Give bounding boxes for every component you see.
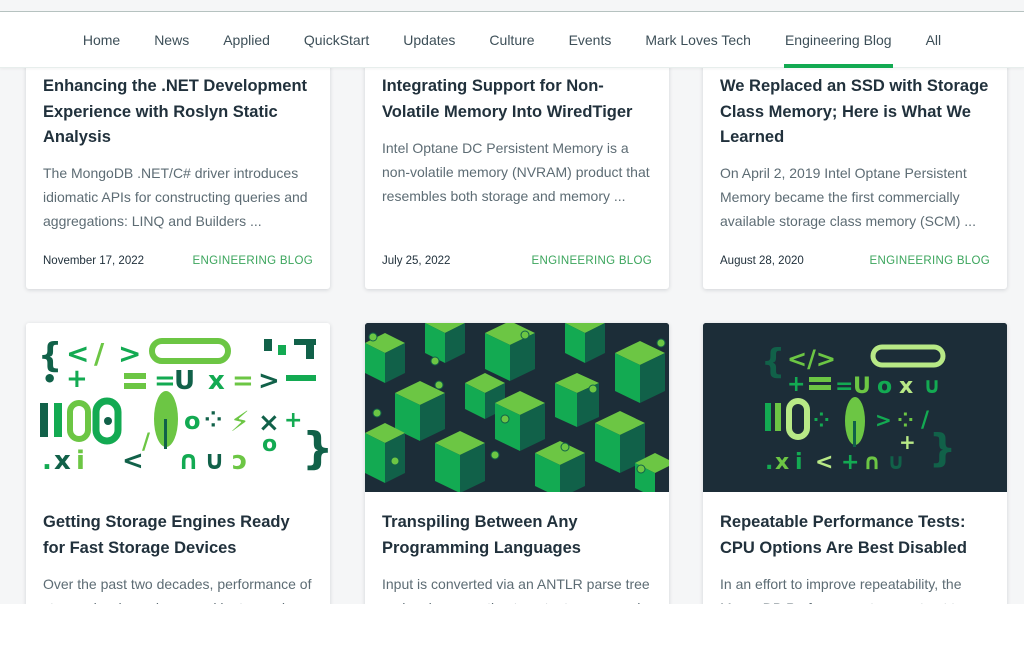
- nav-item-culture[interactable]: Culture: [472, 12, 551, 68]
- code-glyphs-dark-illustration: { </> + = U o x ∪ ⁘ > ⁘ / +} . x i < + …: [703, 323, 1007, 492]
- card-date: July 25, 2022: [382, 255, 451, 267]
- svg-text:o: o: [877, 374, 892, 399]
- card-title[interactable]: Enhancing the .NET Development Experienc…: [43, 74, 316, 151]
- svg-text:U: U: [853, 374, 871, 399]
- nav-item-events[interactable]: Events: [552, 12, 629, 68]
- svg-text:x: x: [54, 446, 71, 476]
- svg-text:x: x: [899, 374, 913, 399]
- svg-text:}: }: [302, 423, 330, 474]
- svg-text:>: >: [118, 337, 141, 370]
- svg-text:=: =: [232, 366, 254, 396]
- nav-item-applied[interactable]: Applied: [206, 12, 287, 68]
- svg-text:i: i: [76, 446, 85, 476]
- svg-text:<: <: [122, 446, 144, 476]
- svg-text:>: >: [258, 366, 280, 396]
- card-description: Input is converted via an ANTLR parse tr…: [382, 576, 652, 604]
- svg-text:•: •: [42, 365, 57, 393]
- card-title[interactable]: Transpiling Between Any Programming Lang…: [382, 510, 655, 561]
- svg-text:⁘: ⁘: [897, 408, 914, 432]
- svg-text:<: <: [815, 450, 833, 475]
- svg-text:∩: ∩: [863, 450, 881, 475]
- svg-text:∪: ∪: [204, 446, 225, 476]
- article-card[interactable]: { </> + = U o x ∪ ⁘ > ⁘ / +} . x i < + …: [703, 323, 1007, 604]
- card-category-tag[interactable]: ENGINEERING BLOG: [532, 255, 652, 267]
- card-category-tag[interactable]: ENGINEERING BLOG: [870, 255, 990, 267]
- svg-text:+: +: [66, 364, 88, 394]
- svg-text:+: +: [841, 450, 859, 475]
- nav-item-news[interactable]: News: [137, 12, 206, 68]
- svg-text:>: >: [875, 408, 892, 432]
- svg-text:x: x: [775, 450, 789, 475]
- card-description: On April 2, 2019 Intel Optane Persistent…: [720, 165, 976, 229]
- svg-text:ↄ: ↄ: [232, 446, 247, 476]
- card-thumbnail[interactable]: [365, 323, 669, 492]
- svg-text:∩: ∩: [178, 446, 199, 476]
- svg-text:U: U: [174, 366, 195, 396]
- article-card[interactable]: Transpiling Between Any Programming Lang…: [365, 323, 669, 604]
- svg-text:.: .: [765, 450, 773, 475]
- svg-text:i: i: [795, 450, 803, 475]
- page-viewport: Enhancing the .NET Development Experienc…: [0, 0, 1024, 604]
- article-card[interactable]: Enhancing the .NET Development Experienc…: [26, 40, 330, 289]
- code-glyphs-illustration: { < / > • + = U x = > o ⁘ ⚡ × + . x i < …: [38, 336, 330, 476]
- svg-text:{: {: [761, 342, 785, 382]
- card-description: Intel Optane DC Persistent Memory is a n…: [382, 140, 650, 204]
- card-title[interactable]: Getting Storage Engines Ready for Fast S…: [43, 510, 316, 561]
- nav-item-engineering-blog[interactable]: Engineering Blog: [768, 12, 909, 68]
- card-description: Over the past two decades, performance o…: [43, 576, 312, 604]
- svg-text:x: x: [208, 366, 225, 396]
- nav-item-quickstart[interactable]: QuickStart: [287, 12, 386, 68]
- green-cubes-illustration: [365, 323, 669, 492]
- svg-text:∪: ∪: [923, 374, 941, 399]
- card-description: In an effort to improve repeatability, t…: [720, 576, 963, 604]
- svg-text:⁘: ⁘: [204, 408, 222, 433]
- svg-text:.: .: [42, 446, 52, 476]
- card-thumbnail[interactable]: { </> + = U o x ∪ ⁘ > ⁘ / +} . x i < + …: [703, 323, 1007, 492]
- article-card[interactable]: { < / > • + = U x = > o ⁘ ⚡ × + . x i < …: [26, 323, 330, 604]
- card-category-tag[interactable]: ENGINEERING BLOG: [193, 255, 313, 267]
- svg-text:/: /: [94, 337, 105, 370]
- svg-text:o: o: [184, 407, 201, 435]
- nav-item-home[interactable]: Home: [66, 12, 137, 68]
- svg-text:</>: </>: [787, 345, 836, 373]
- nav-item-all[interactable]: All: [909, 12, 959, 68]
- svg-text:⁘: ⁘: [813, 408, 830, 432]
- article-card[interactable]: We Replaced an SSD with Storage Class Me…: [703, 40, 1007, 289]
- card-title[interactable]: Repeatable Performance Tests: CPU Option…: [720, 510, 993, 561]
- card-date: November 17, 2022: [43, 255, 145, 267]
- card-title[interactable]: We Replaced an SSD with Storage Class Me…: [720, 74, 993, 151]
- card-date: August 28, 2020: [720, 255, 804, 267]
- nav-item-mark-loves-tech[interactable]: Mark Loves Tech: [628, 12, 768, 68]
- svg-text:⚡: ⚡: [230, 405, 250, 438]
- svg-text:∪: ∪: [887, 450, 905, 475]
- category-nav: Home News Applied QuickStart Updates Cul…: [0, 12, 1024, 68]
- card-description: The MongoDB .NET/C# driver introduces id…: [43, 165, 308, 229]
- nav-item-updates[interactable]: Updates: [386, 12, 472, 68]
- svg-text:=: =: [835, 374, 853, 399]
- svg-text:+: +: [284, 408, 302, 433]
- svg-text:/: /: [142, 430, 151, 455]
- card-title[interactable]: Integrating Support for Non-Volatile Mem…: [382, 74, 655, 125]
- article-card[interactable]: Integrating Support for Non-Volatile Mem…: [365, 40, 669, 289]
- svg-text:}: }: [929, 426, 956, 470]
- svg-text:o: o: [262, 432, 277, 457]
- card-thumbnail[interactable]: { < / > • + = U x = > o ⁘ ⚡ × + . x i < …: [26, 323, 330, 492]
- svg-text:+: +: [787, 372, 805, 397]
